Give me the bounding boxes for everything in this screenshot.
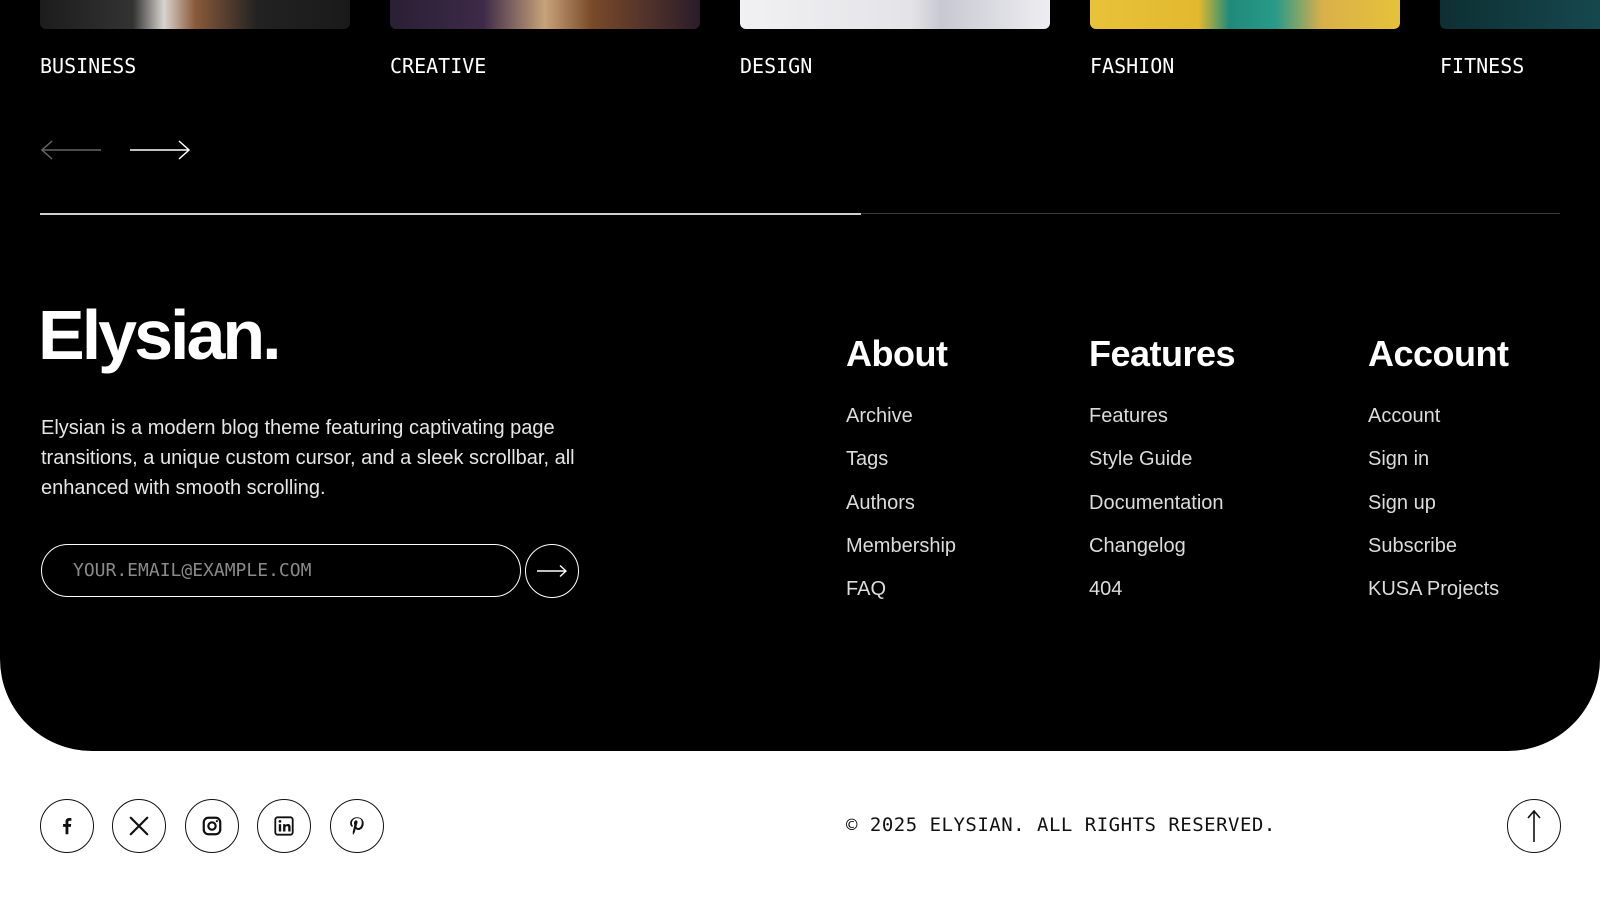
footer-link-kusa-projects[interactable]: KUSA Projects — [1368, 568, 1509, 611]
carousel-progress-track — [40, 212, 1560, 215]
footer-link-authors[interactable]: Authors — [846, 482, 956, 525]
column-heading: Features — [1089, 333, 1236, 374]
arrow-up-icon — [1527, 809, 1541, 842]
arrow-right-icon — [537, 564, 567, 578]
linkedin-icon — [274, 816, 294, 836]
category-thumbnail[interactable] — [1440, 0, 1600, 29]
newsletter-submit-button[interactable] — [525, 544, 579, 598]
footer-link-subscribe[interactable]: Subscribe — [1368, 525, 1509, 568]
footer-column-about: About Archive Tags Authors Membership FA… — [846, 333, 956, 611]
pinterest-link[interactable] — [330, 799, 384, 853]
footer-link-tags[interactable]: Tags — [846, 438, 956, 481]
footer-link-faq[interactable]: FAQ — [846, 568, 956, 611]
column-heading: Account — [1368, 333, 1509, 374]
pinterest-icon — [350, 817, 364, 835]
footer-link-sign-in[interactable]: Sign in — [1368, 438, 1509, 481]
footer-link-404[interactable]: 404 — [1089, 568, 1235, 611]
facebook-link[interactable] — [40, 799, 94, 853]
category-label[interactable]: BUSINESS — [40, 54, 136, 78]
footer-column-account: Account Account Sign in Sign up Subscrib… — [1368, 333, 1509, 611]
category-thumbnail[interactable] — [740, 0, 1050, 29]
category-card-design[interactable]: DESIGN — [740, 0, 1050, 78]
category-card-business[interactable]: BUSINESS — [40, 0, 350, 78]
x-icon — [129, 816, 149, 836]
category-thumbnail[interactable] — [390, 0, 700, 29]
instagram-link[interactable] — [185, 799, 239, 853]
back-to-top-button[interactable] — [1507, 799, 1561, 853]
carousel-next-button[interactable] — [129, 138, 191, 162]
instagram-icon — [202, 816, 222, 836]
footer-link-account[interactable]: Account — [1368, 395, 1509, 438]
footer-link-style-guide[interactable]: Style Guide — [1089, 438, 1235, 481]
brand-description: Elysian is a modern blog theme featuring… — [41, 417, 575, 499]
footer-link-features[interactable]: Features — [1089, 395, 1235, 438]
carousel-prev-button[interactable] — [40, 138, 102, 162]
category-label[interactable]: CREATIVE — [390, 54, 486, 78]
arrow-right-icon — [130, 140, 191, 160]
footer-link-sign-up[interactable]: Sign up — [1368, 482, 1509, 525]
column-heading: About — [846, 333, 948, 374]
category-label[interactable]: DESIGN — [740, 54, 812, 78]
copyright-text: © 2025 ELYSIAN. ALL RIGHTS RESERVED. — [846, 814, 1276, 836]
footer-link-archive[interactable]: Archive — [846, 395, 956, 438]
footer-link-documentation[interactable]: Documentation — [1089, 482, 1235, 525]
category-thumbnail[interactable] — [1090, 0, 1400, 29]
brand-logo[interactable]: Elysian. — [38, 300, 282, 370]
x-link[interactable] — [112, 799, 166, 853]
carousel-progress-fill — [40, 212, 861, 215]
arrow-left-icon — [40, 140, 101, 160]
footer-link-changelog[interactable]: Changelog — [1089, 525, 1235, 568]
footer-dark-panel: BUSINESS CREATIVE DESIGN FASHION FITNESS… — [0, 0, 1600, 751]
facebook-icon — [63, 818, 72, 835]
category-card-fitness[interactable]: FITNESS — [1440, 0, 1600, 78]
category-label[interactable]: FITNESS — [1440, 54, 1524, 78]
footer-column-features: Features Features Style Guide Documentat… — [1089, 333, 1236, 611]
category-card-creative[interactable]: CREATIVE — [390, 0, 700, 78]
newsletter-email-input[interactable] — [41, 544, 521, 597]
category-thumbnail[interactable] — [40, 0, 350, 29]
category-label[interactable]: FASHION — [1090, 54, 1174, 78]
footer-link-membership[interactable]: Membership — [846, 525, 956, 568]
linkedin-link[interactable] — [257, 799, 311, 853]
category-card-fashion[interactable]: FASHION — [1090, 0, 1400, 78]
